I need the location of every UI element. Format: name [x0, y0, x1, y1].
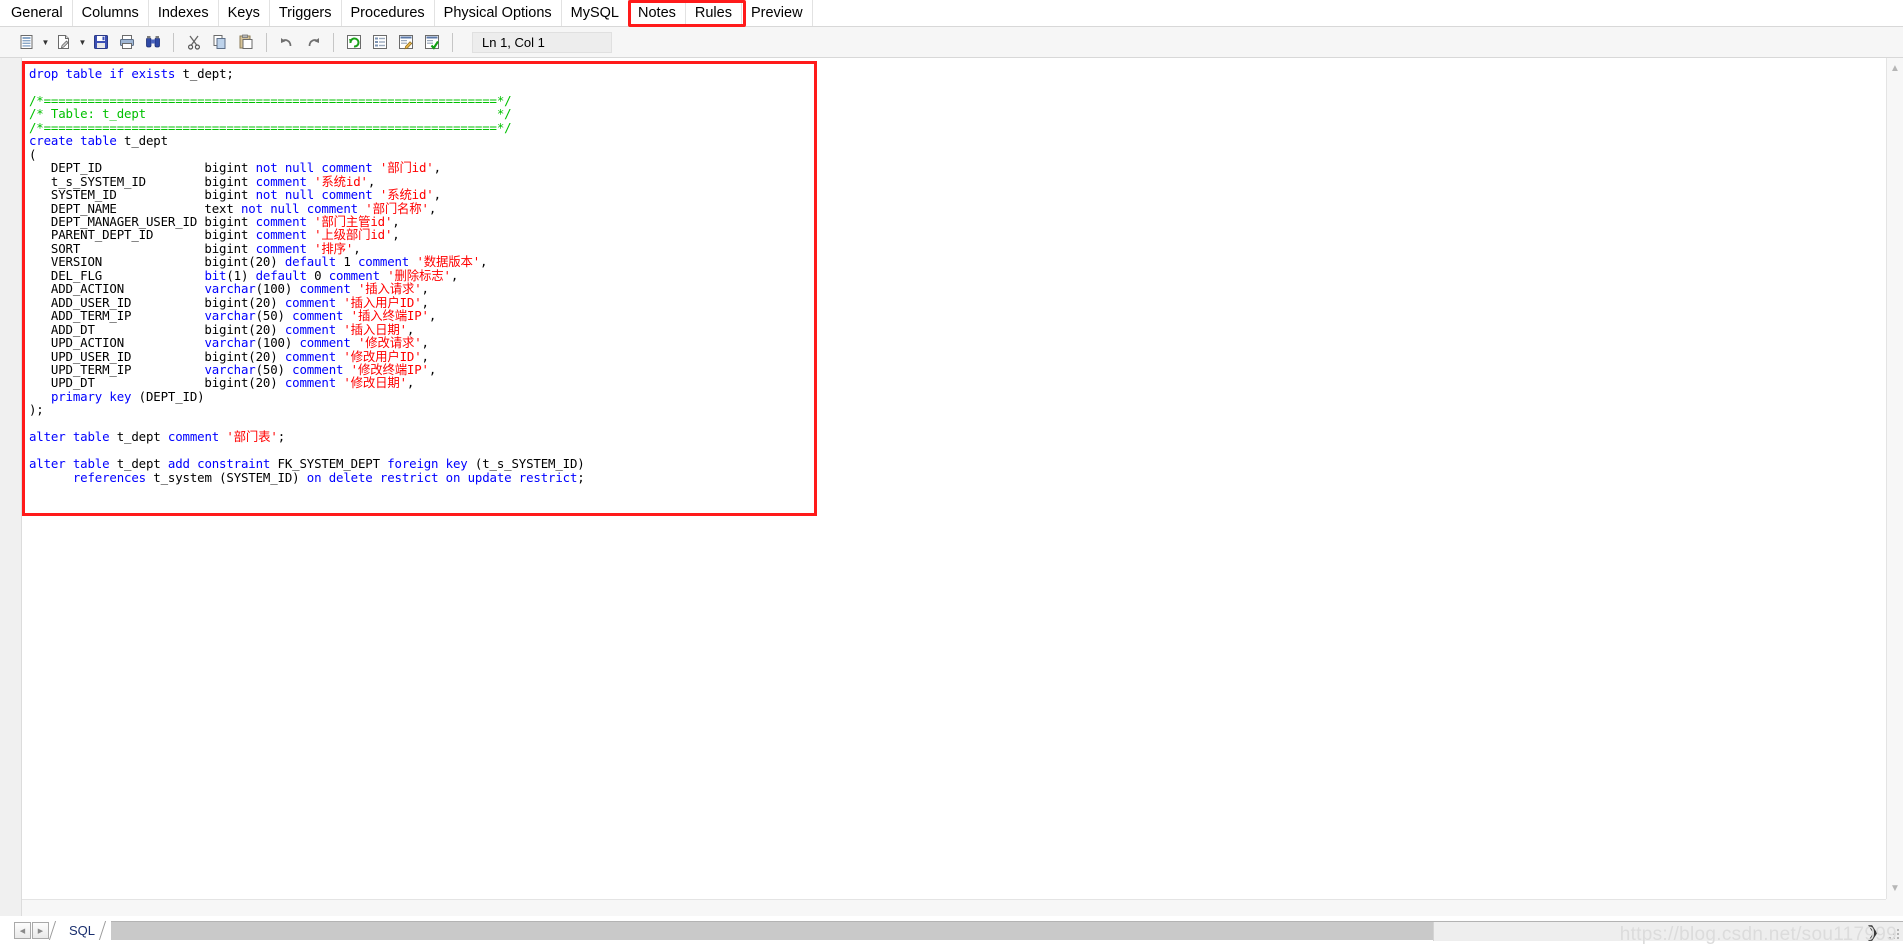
sheet-tab-strip: ◀ ▶ SQL ❯ https://blog.csdn.net/sou11799…	[0, 916, 1903, 944]
find-binoculars-icon[interactable]	[140, 30, 166, 54]
edit-with-dropdown-arrow[interactable]: ▼	[77, 30, 88, 54]
save-icon[interactable]	[88, 30, 114, 54]
property-tab-bar: General Columns Indexes Keys Triggers Pr…	[0, 0, 1903, 27]
print-preview-icon[interactable]	[14, 30, 40, 54]
tab-general[interactable]: General	[2, 0, 73, 26]
hscroll-gutter-pad	[0, 899, 22, 916]
editor-vertical-scrollbar[interactable]: ▲ ▼	[1886, 58, 1903, 899]
copy-icon[interactable]	[207, 30, 233, 54]
print-preview-dropdown-arrow[interactable]: ▼	[40, 30, 51, 54]
tab-indexes[interactable]: Indexes	[148, 0, 219, 26]
undo-arrow-icon[interactable]	[274, 30, 300, 54]
sheet-tab-sql[interactable]: SQL	[48, 921, 116, 940]
toolbar-separator-1	[173, 32, 174, 52]
tab-notes[interactable]: Notes	[629, 0, 686, 26]
check-model-icon[interactable]	[419, 30, 445, 54]
paste-icon[interactable]	[233, 30, 259, 54]
edit-with-icon[interactable]	[51, 30, 77, 54]
toolbar-separator-4	[452, 32, 453, 52]
bottom-scroll-area[interactable]: ❯	[1433, 922, 1903, 941]
properties-list-icon[interactable]	[367, 30, 393, 54]
editor-gutter	[0, 58, 22, 899]
cut-scissors-icon[interactable]	[181, 30, 207, 54]
scroll-down-icon[interactable]: ▼	[1888, 881, 1903, 896]
tab-rules[interactable]: Rules	[685, 0, 742, 26]
scroll-up-icon[interactable]: ▲	[1888, 61, 1903, 76]
tab-columns[interactable]: Columns	[72, 0, 149, 26]
sheet-tab-empty-area: ❯	[111, 921, 1903, 941]
tab-procedures[interactable]: Procedures	[341, 0, 435, 26]
refresh-icon[interactable]	[341, 30, 367, 54]
redo-arrow-icon[interactable]	[300, 30, 326, 54]
tab-mysql[interactable]: MySQL	[561, 0, 629, 26]
print-icon[interactable]	[114, 30, 140, 54]
chevron-right-icon[interactable]: ❯	[1866, 923, 1879, 941]
sheet-nav-prev-button[interactable]: ◀	[14, 922, 31, 939]
toolbar-separator-3	[333, 32, 334, 52]
tab-physical-options[interactable]: Physical Options	[434, 0, 562, 26]
sql-code-text: drop table if exists t_dept; /*=========…	[29, 66, 585, 485]
toolbar-separator-2	[266, 32, 267, 52]
editor-toolbar: ▼ ▼ Ln 1, Col 1	[0, 27, 1903, 58]
sql-code-area[interactable]: drop table if exists t_dept; /*=========…	[22, 58, 1886, 899]
sql-preview-editor: drop table if exists t_dept; /*=========…	[0, 58, 1903, 899]
table-preview-dialog: General Columns Indexes Keys Triggers Pr…	[0, 0, 1903, 944]
editor-horizontal-scrollbar-row	[0, 899, 1903, 916]
scrollbar-corner	[1886, 899, 1903, 916]
sheet-tab-sql-label: SQL	[62, 921, 103, 940]
cursor-position-indicator: Ln 1, Col 1	[472, 31, 612, 53]
tab-keys[interactable]: Keys	[218, 0, 270, 26]
resize-grip-icon[interactable]	[1888, 928, 1899, 939]
tab-preview[interactable]: Preview	[741, 0, 813, 26]
sheet-nav-next-button[interactable]: ▶	[32, 922, 49, 939]
editor-body[interactable]: drop table if exists t_dept; /*=========…	[0, 58, 1886, 899]
editor-horizontal-scrollbar[interactable]	[22, 899, 1886, 916]
edit-pencil-icon[interactable]	[393, 30, 419, 54]
tab-triggers[interactable]: Triggers	[269, 0, 342, 26]
